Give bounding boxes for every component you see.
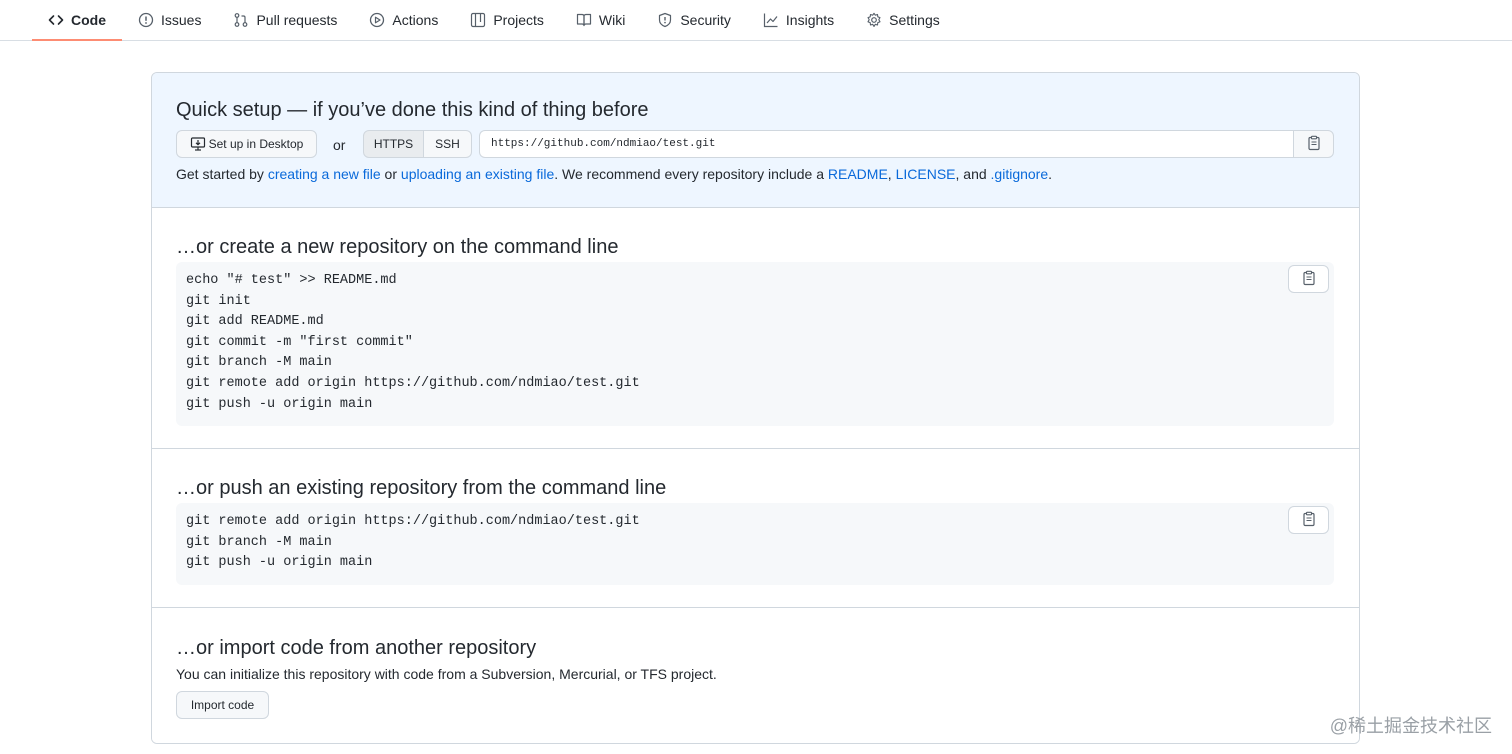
get-started-suffix: . <box>1048 166 1053 182</box>
code-line: git branch -M main <box>186 355 332 371</box>
push-existing-section: …or push an existing repository from the… <box>152 449 1359 608</box>
tab-settings[interactable]: Settings <box>850 0 956 40</box>
tab-label: Actions <box>392 12 439 28</box>
table-icon <box>470 12 486 28</box>
code-line: git push -u origin main <box>186 555 373 571</box>
tab-insights[interactable]: Insights <box>747 0 850 40</box>
tab-security[interactable]: Security <box>641 0 747 40</box>
tab-label: Security <box>680 12 731 28</box>
readme-link[interactable]: README <box>828 166 888 182</box>
get-started-comma: , <box>887 166 896 182</box>
tab-label: Code <box>71 12 106 28</box>
new-repo-section: …or create a new repository on the comma… <box>152 208 1359 449</box>
issue-icon <box>138 12 154 28</box>
code-line: git remote add origin https://github.com… <box>186 514 640 529</box>
tab-projects[interactable]: Projects <box>454 0 560 40</box>
code-line: git remote add origin https://github.com… <box>186 375 640 391</box>
tab-label: Insights <box>785 12 835 28</box>
tab-issues[interactable]: Issues <box>122 0 217 40</box>
get-started-mid1: or <box>380 166 401 182</box>
tab-code[interactable]: Code <box>32 0 122 41</box>
import-code-button[interactable]: Import code <box>176 691 269 719</box>
code-line: git commit -m "first commit" <box>186 334 413 350</box>
tab-label: Settings <box>889 12 940 28</box>
tab-pull-requests[interactable]: Pull requests <box>217 0 353 40</box>
new-repo-code-block[interactable]: echo "# test" >> README.md git init git … <box>176 262 1334 426</box>
protocol-toggle: HTTPS SSH <box>363 130 472 158</box>
pull-request-icon <box>233 12 249 28</box>
new-repo-title: …or create a new repository on the comma… <box>176 236 619 258</box>
or-text: or <box>333 137 346 153</box>
code-line: echo "# test" >> README.md <box>186 273 397 288</box>
https-button[interactable]: HTTPS <box>363 130 424 158</box>
gear-icon <box>866 12 882 28</box>
tab-label: Projects <box>493 12 544 28</box>
push-existing-title: …or push an existing repository from the… <box>176 477 667 499</box>
code-line: git branch -M main <box>186 534 332 550</box>
get-started-mid2: . We recommend every repository include … <box>554 166 828 182</box>
tab-actions[interactable]: Actions <box>353 0 454 40</box>
upload-existing-file-link[interactable]: uploading an existing file <box>401 166 554 182</box>
get-started-text: Get started by creating a new file or up… <box>176 166 1052 182</box>
clipboard-icon <box>1301 511 1317 530</box>
code-line: git push -u origin main <box>186 396 373 412</box>
code-line: git add README.md <box>186 314 324 330</box>
get-started-prefix: Get started by <box>176 166 268 182</box>
license-link[interactable]: LICENSE <box>896 166 956 182</box>
play-icon <box>369 12 385 28</box>
tab-label: Issues <box>161 12 202 28</box>
tab-label: Wiki <box>598 12 626 28</box>
watermark: @稀土掘金技术社区 <box>1329 716 1492 736</box>
import-description: You can initialize this repository with … <box>176 666 717 682</box>
copy-url-button[interactable] <box>1293 130 1334 158</box>
quick-setup-panel: Quick setup — if you’ve done this kind o… <box>152 73 1359 208</box>
import-title: …or import code from another repository <box>176 637 537 659</box>
code-icon <box>48 12 64 28</box>
shield-icon <box>657 12 673 28</box>
tab-label: Pull requests <box>256 12 338 28</box>
copy-new-repo-button[interactable] <box>1288 265 1329 293</box>
ssh-button[interactable]: SSH <box>424 130 472 158</box>
repo-nav: Code Issues Pull requests Actions Projec… <box>0 0 1512 41</box>
graph-icon <box>763 12 779 28</box>
tab-wiki[interactable]: Wiki <box>560 0 641 40</box>
setup-in-desktop-button[interactable]: Set up in Desktop <box>176 130 317 158</box>
push-existing-code-block[interactable]: git remote add origin https://github.com… <box>176 503 1334 585</box>
get-started-mid3: , and <box>955 166 991 182</box>
quick-setup-title: Quick setup — if you’ve done this kind o… <box>176 99 649 121</box>
clipboard-icon <box>1301 270 1317 289</box>
clipboard-icon <box>1306 135 1322 154</box>
import-section: …or import code from another repository … <box>152 608 1359 743</box>
code-line: git init <box>186 293 251 309</box>
clone-url-input[interactable] <box>479 130 1294 158</box>
book-icon <box>576 12 592 28</box>
copy-push-existing-button[interactable] <box>1288 506 1329 534</box>
create-new-file-link[interactable]: creating a new file <box>268 166 381 182</box>
desktop-download-icon <box>190 136 206 152</box>
setup-in-desktop-label: Set up in Desktop <box>208 137 304 151</box>
gitignore-link[interactable]: .gitignore <box>991 166 1049 182</box>
setup-box: Quick setup — if you’ve done this kind o… <box>151 72 1360 744</box>
